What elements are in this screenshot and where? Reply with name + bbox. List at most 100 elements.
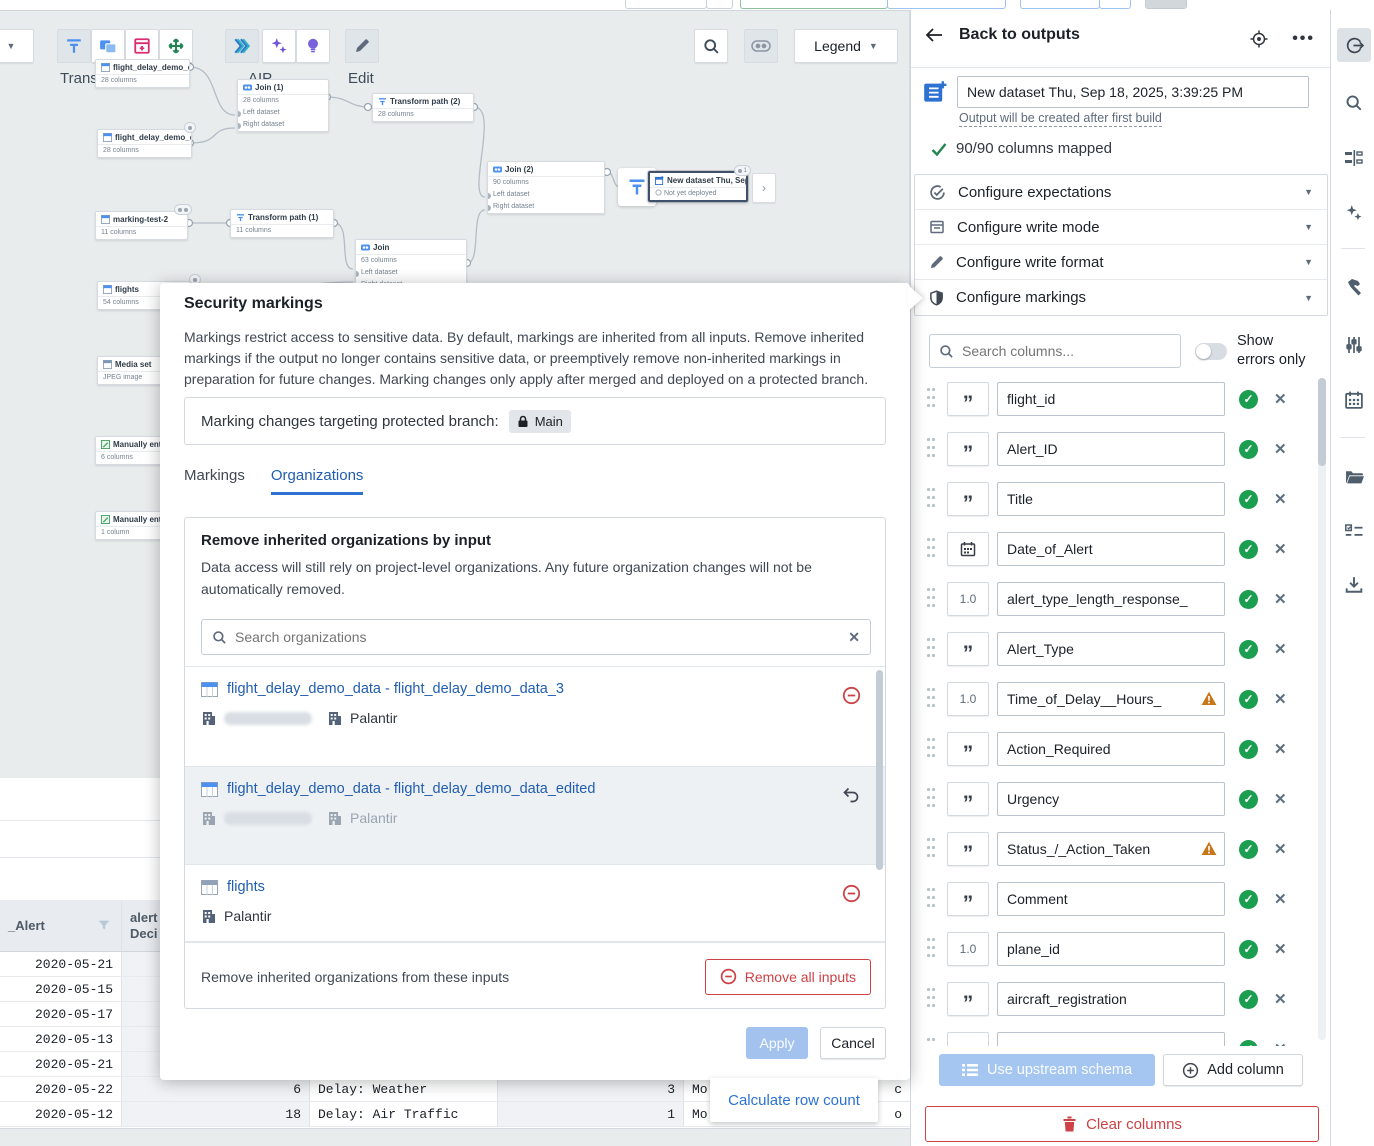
- column-name-input[interactable]: [997, 632, 1225, 666]
- drag-handle-icon[interactable]: [927, 738, 935, 760]
- download-icon[interactable]: [1339, 570, 1369, 600]
- configure-expectations-row[interactable]: Configure expectations ▼: [915, 175, 1327, 210]
- back-to-outputs[interactable]: Back to outputs: [925, 26, 1080, 44]
- add-column-button[interactable]: Add column: [1163, 1054, 1303, 1086]
- node-new-dataset[interactable]: 1 New dataset Thu, Sep 18... Not yet dep…: [648, 171, 748, 202]
- drag-handle-icon[interactable]: [927, 838, 935, 860]
- clear-columns-button[interactable]: Clear columns: [925, 1106, 1319, 1142]
- configure-write-format-row[interactable]: Configure write format ▼: [915, 245, 1327, 280]
- cropped-button[interactable]: [706, 0, 733, 9]
- remove-column-icon[interactable]: ✕: [1274, 990, 1287, 1008]
- drag-handle-icon[interactable]: [927, 888, 935, 910]
- drag-handle-icon[interactable]: [927, 788, 935, 810]
- add-table-tool-button[interactable]: [125, 29, 159, 63]
- transform-tool-button[interactable]: [57, 29, 91, 63]
- compare-columns-icon[interactable]: [1339, 143, 1369, 173]
- drag-handle-icon[interactable]: [927, 1038, 935, 1046]
- calendar-icon[interactable]: [1339, 385, 1369, 415]
- column-name-input[interactable]: [997, 532, 1225, 566]
- column-name-input[interactable]: [997, 782, 1225, 816]
- cropped-button[interactable]: [1099, 0, 1131, 9]
- column-name-input[interactable]: [997, 582, 1225, 616]
- string-type-icon[interactable]: ”: [947, 432, 989, 466]
- drag-handle-icon[interactable]: [927, 438, 935, 460]
- undo-remove-button[interactable]: [841, 785, 861, 805]
- remove-column-icon[interactable]: ✕: [1274, 440, 1287, 458]
- canvas-dropdown-button[interactable]: ▼: [0, 29, 34, 63]
- pivot-tool-button[interactable]: [159, 29, 193, 63]
- org-input-item[interactable]: flight_delay_demo_data - flight_delay_de…: [185, 767, 886, 865]
- calculate-row-count-button[interactable]: Calculate row count: [710, 1078, 878, 1122]
- folder-icon[interactable]: [1339, 462, 1369, 492]
- string-type-icon[interactable]: ”: [947, 482, 989, 516]
- string-type-icon[interactable]: ”: [947, 732, 989, 766]
- drag-handle-icon[interactable]: [927, 388, 935, 410]
- canvas-search-button[interactable]: [694, 29, 728, 63]
- sliders-icon[interactable]: [1339, 330, 1369, 360]
- remove-column-icon[interactable]: ✕: [1274, 640, 1287, 658]
- search-organizations-input[interactable]: [235, 629, 840, 645]
- expand-node-button[interactable]: ›: [752, 173, 776, 203]
- drag-handle-icon[interactable]: [927, 938, 935, 960]
- double-type-icon[interactable]: 1.0: [947, 682, 989, 716]
- drag-handle-icon[interactable]: [927, 688, 935, 710]
- more-options-icon[interactable]: •••: [1292, 30, 1315, 48]
- node-transform-path-1[interactable]: Transform path (1) 11 columns: [230, 209, 334, 238]
- filter-icon[interactable]: [97, 918, 111, 932]
- drag-handle-icon[interactable]: [927, 538, 935, 560]
- remove-input-button[interactable]: [841, 883, 861, 903]
- cropped-button[interactable]: [740, 0, 888, 9]
- cropped-button[interactable]: [1020, 0, 1100, 9]
- column-name-input[interactable]: [997, 682, 1225, 716]
- branch-tag[interactable]: Main: [509, 410, 571, 433]
- configure-write-mode-row[interactable]: Configure write mode ▼: [915, 210, 1327, 245]
- date-type-icon[interactable]: [947, 532, 989, 566]
- double-type-icon[interactable]: 1.0: [947, 932, 989, 966]
- drag-handle-icon[interactable]: [927, 638, 935, 660]
- table-header-cell[interactable]: _Alert: [0, 900, 122, 951]
- cancel-button[interactable]: Cancel: [820, 1027, 886, 1059]
- configure-markings-row[interactable]: Configure markings ▼: [915, 280, 1327, 315]
- remove-column-icon[interactable]: ✕: [1274, 490, 1287, 508]
- dataset-link[interactable]: flight_delay_demo_data - flight_delay_de…: [201, 781, 847, 797]
- string-type-icon[interactable]: ”: [947, 382, 989, 416]
- org-list-scrollbar[interactable]: [876, 670, 883, 870]
- search-columns-box[interactable]: [929, 334, 1181, 368]
- organizations-search[interactable]: ✕: [201, 619, 871, 655]
- node-transform-path-2[interactable]: Transform path (2) 28 columns: [372, 93, 474, 122]
- remove-column-icon[interactable]: ✕: [1274, 790, 1287, 808]
- aip-assist-button[interactable]: [262, 29, 296, 63]
- remove-column-icon[interactable]: ✕: [1274, 740, 1287, 758]
- remove-column-icon[interactable]: ✕: [1274, 840, 1287, 858]
- column-list-scrollbar[interactable]: [1318, 378, 1326, 1040]
- clear-search-icon[interactable]: ✕: [848, 629, 860, 646]
- drag-handle-icon[interactable]: [927, 488, 935, 510]
- remove-column-icon[interactable]: ✕: [1274, 590, 1287, 608]
- output-dataset-name-input[interactable]: [957, 76, 1309, 108]
- tab-organizations[interactable]: Organizations: [271, 467, 364, 495]
- output-icon[interactable]: [1337, 28, 1371, 62]
- string-type-icon[interactable]: [947, 1032, 989, 1046]
- aip-logic-button[interactable]: [225, 29, 259, 63]
- aip-suggestions-button[interactable]: [296, 29, 330, 63]
- double-type-icon[interactable]: 1.0: [947, 582, 989, 616]
- remove-input-button[interactable]: [841, 685, 861, 705]
- cropped-button[interactable]: [1145, 0, 1187, 9]
- tab-markings[interactable]: Markings: [184, 467, 245, 495]
- node-flight-delay-demo-data[interactable]: flight_delay_demo_data... 28 columns: [95, 59, 190, 88]
- use-upstream-schema-button[interactable]: Use upstream schema: [939, 1054, 1155, 1086]
- remove-column-icon[interactable]: ✕: [1274, 690, 1287, 708]
- table-hscrollbar[interactable]: [0, 1128, 910, 1146]
- apply-button[interactable]: Apply: [746, 1027, 808, 1059]
- remove-column-icon[interactable]: ✕: [1274, 890, 1287, 908]
- string-type-icon[interactable]: ”: [947, 882, 989, 916]
- node-flight-delay-demo-data-2[interactable]: flight_delay_demo_data... 28 columns: [97, 129, 192, 158]
- dataset-link[interactable]: flight_delay_demo_data - flight_delay_de…: [201, 681, 847, 697]
- column-name-input[interactable]: [997, 932, 1225, 966]
- legend-button[interactable]: Legend ▼: [794, 29, 898, 63]
- string-type-icon[interactable]: ”: [947, 832, 989, 866]
- column-name-input[interactable]: [997, 1032, 1225, 1046]
- join-tool-button[interactable]: [91, 29, 125, 63]
- column-name-input[interactable]: [997, 882, 1225, 916]
- cropped-button[interactable]: [887, 0, 1006, 9]
